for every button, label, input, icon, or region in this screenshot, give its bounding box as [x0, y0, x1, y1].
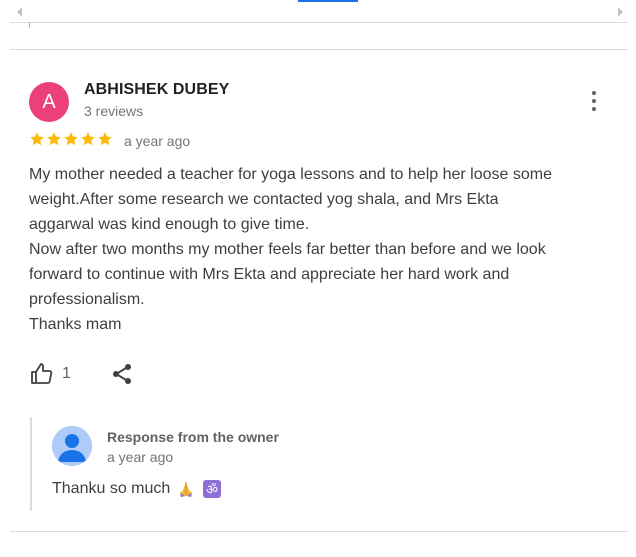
divider — [10, 22, 628, 23]
folded-hands-emoji — [176, 479, 196, 499]
review-text-line: Thanks mam — [29, 316, 122, 333]
like-count: 1 — [62, 365, 71, 382]
scroll-left-icon[interactable] — [17, 7, 22, 17]
divider — [10, 49, 628, 50]
om-symbol-emoji: ॐ — [202, 479, 222, 499]
owner-response-title: Response from the owner — [107, 429, 279, 445]
star-icon — [98, 132, 112, 146]
divider-tick — [29, 22, 30, 28]
review-time: a year ago — [124, 133, 191, 149]
star-icon — [64, 132, 78, 146]
scroll-thumb[interactable] — [298, 0, 358, 2]
person-icon — [52, 426, 92, 466]
review-text-line: weight.After some research we contacted … — [29, 191, 499, 208]
owner-response: Response from the owner a year ago Thank… — [30, 417, 620, 511]
review-text: My mother needed a teacher for yoga less… — [29, 162, 619, 337]
avatar[interactable]: A — [29, 82, 69, 122]
owner-response-text: Thanku so much ॐ — [52, 479, 222, 499]
owner-avatar — [52, 426, 92, 466]
avatar-initial: A — [42, 90, 56, 113]
review-text-line: aggarwal was kind enough to give time. — [29, 216, 310, 233]
share-button[interactable] — [110, 362, 134, 391]
like-button[interactable]: 1 — [30, 362, 71, 386]
review-text-line: My mother needed a teacher for yoga less… — [29, 166, 552, 183]
more-vert-icon — [592, 91, 596, 95]
top-scrollbar[interactable] — [10, 0, 628, 24]
share-icon — [113, 364, 131, 384]
star-rating — [29, 131, 113, 147]
review-text-line: forward to continue with Mrs Ekta and ap… — [29, 266, 510, 283]
owner-response-message: Thanku so much — [52, 480, 171, 497]
more-options-button[interactable] — [584, 88, 604, 114]
star-icon — [30, 132, 44, 146]
review-text-line: Now after two months my mother feels far… — [29, 241, 546, 258]
more-vert-icon-dot — [592, 99, 596, 103]
reviewer-review-count: 3 reviews — [84, 103, 144, 119]
divider — [10, 531, 628, 532]
reviewer-name[interactable]: ABHISHEK DUBEY — [84, 81, 229, 99]
owner-response-time: a year ago — [107, 449, 174, 465]
more-vert-icon-dot — [592, 107, 596, 111]
scroll-right-icon[interactable] — [618, 7, 623, 17]
svg-text:ॐ: ॐ — [206, 483, 218, 498]
review-text-line: professionalism. — [29, 291, 145, 308]
star-icon — [47, 132, 61, 146]
star-icon — [81, 132, 95, 146]
thumb-up-icon — [31, 363, 53, 384]
